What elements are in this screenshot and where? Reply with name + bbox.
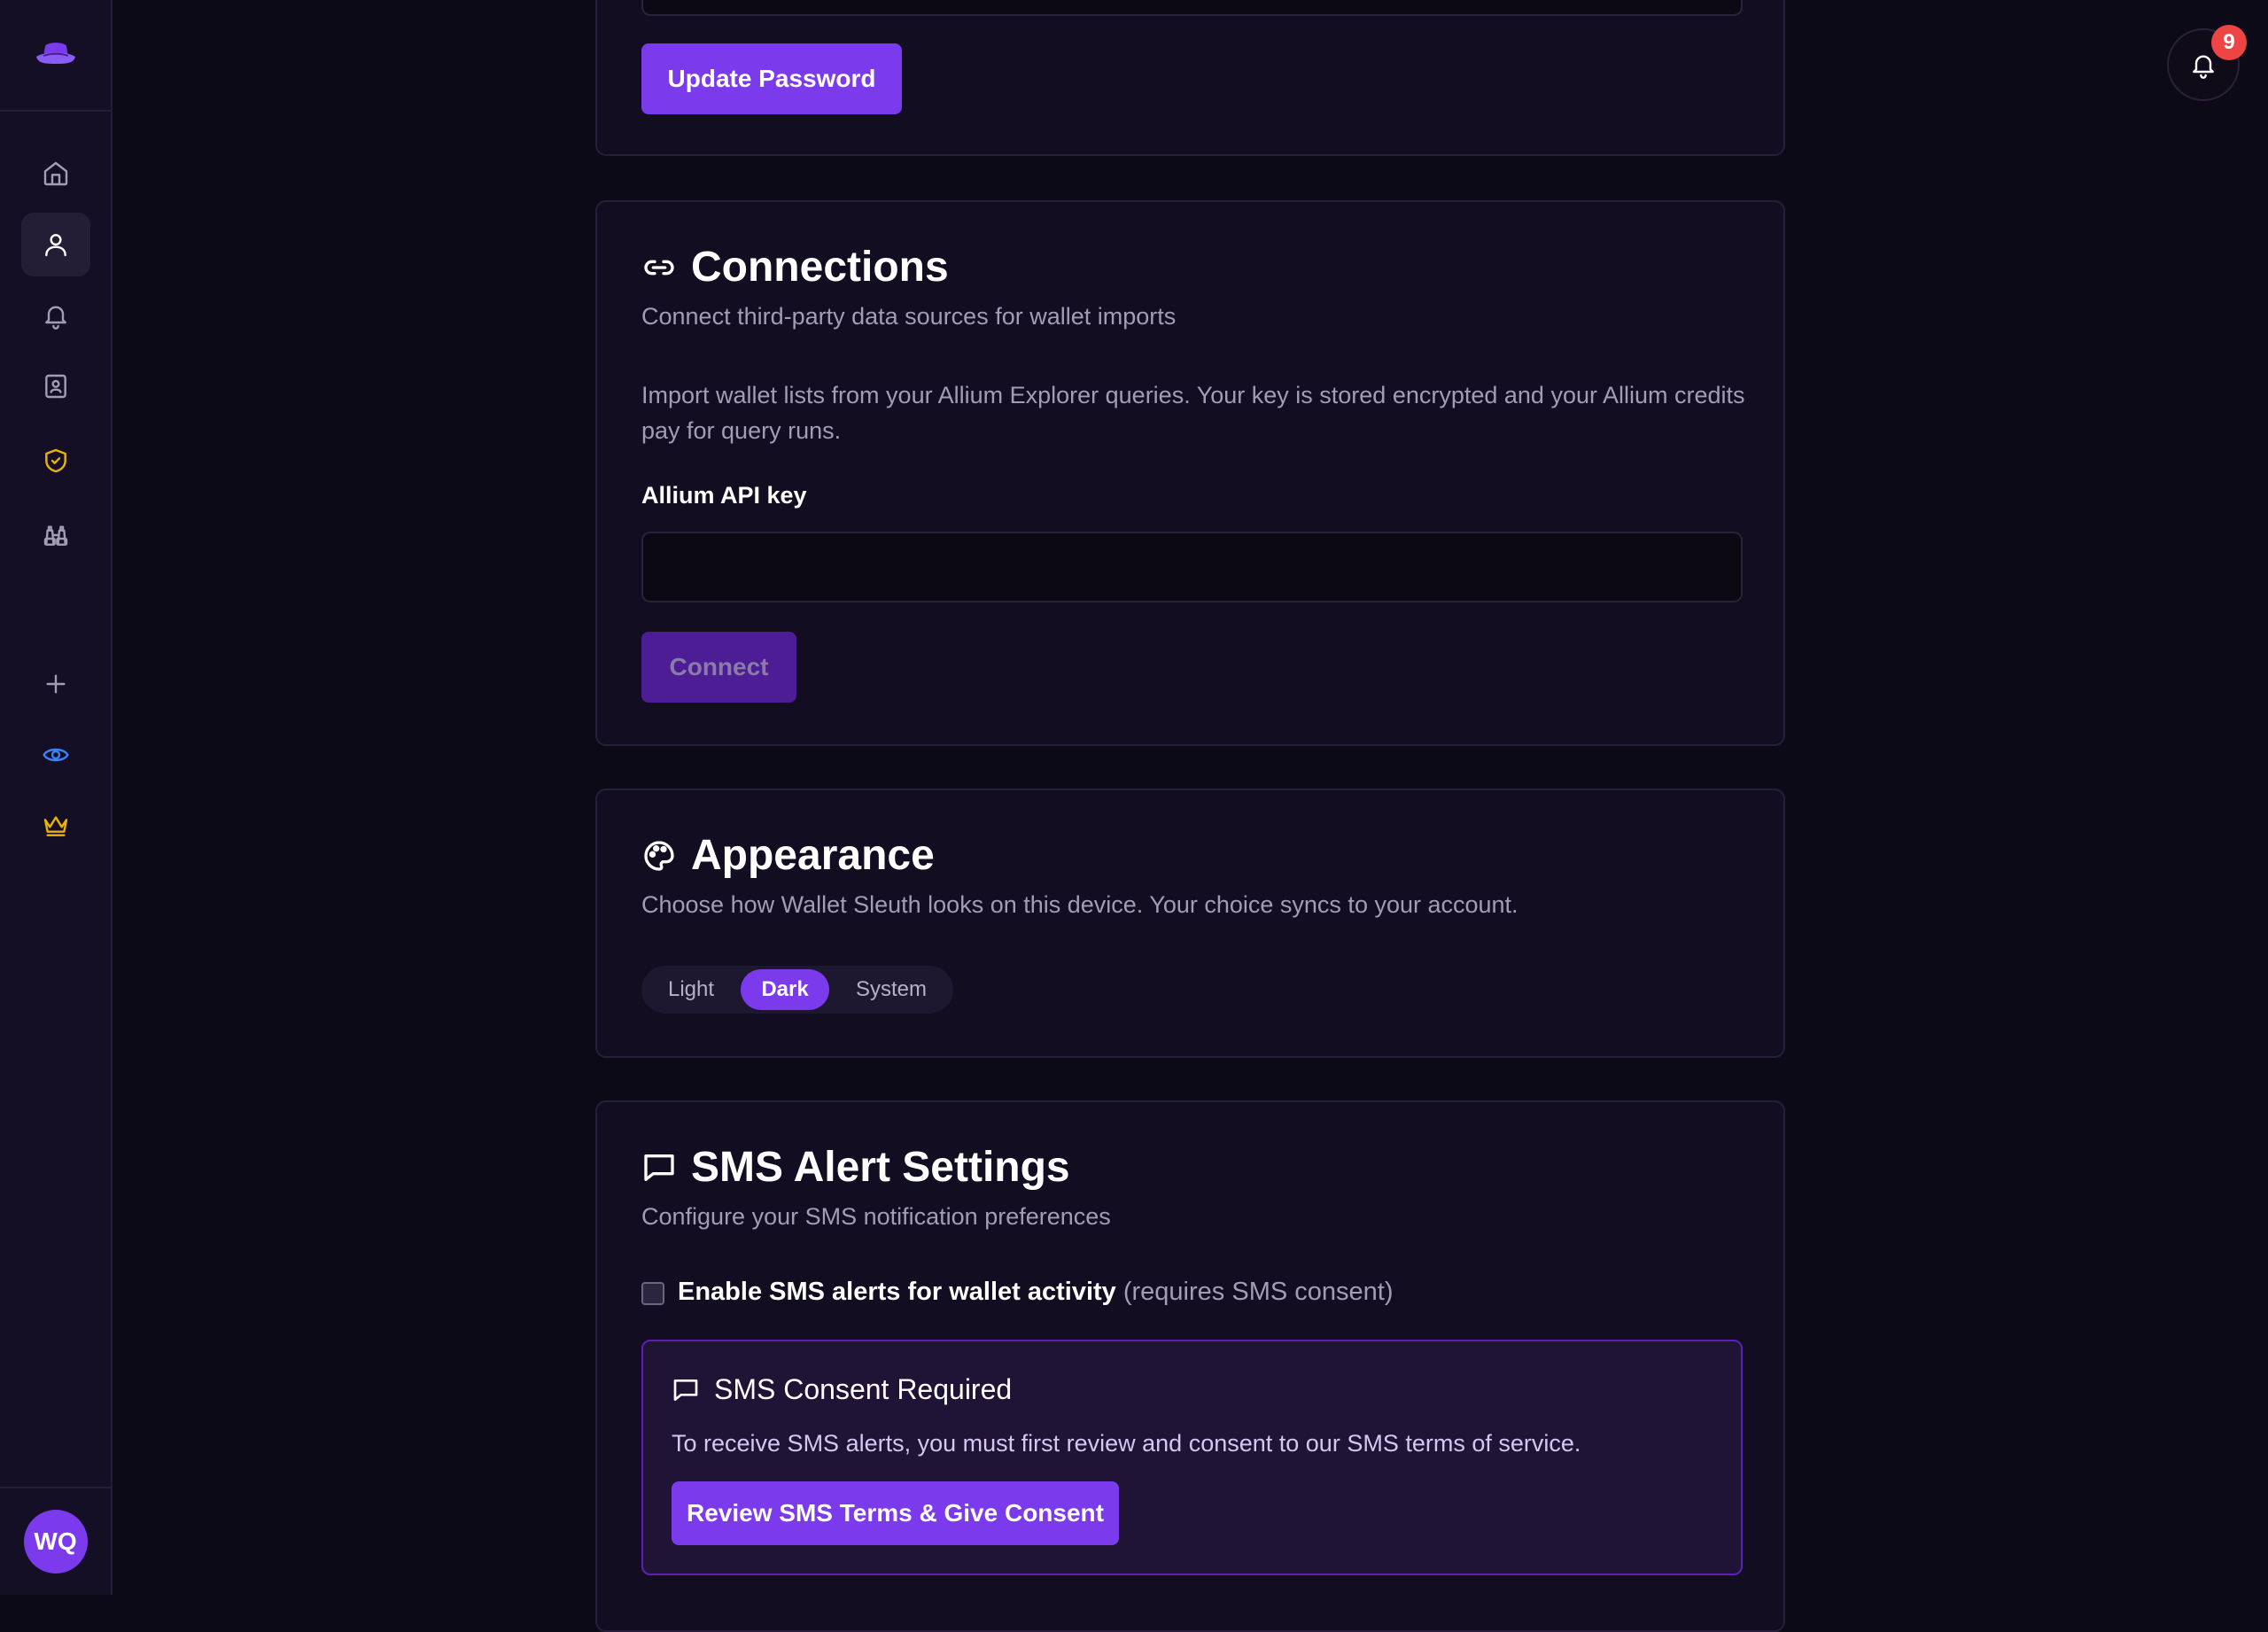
appearance-title: Appearance (641, 831, 935, 880)
plus-icon (46, 674, 66, 694)
link-icon (644, 260, 674, 275)
sms-consent-text: To receive SMS alerts, you must first re… (672, 1430, 1581, 1457)
sidebar-item-contacts[interactable] (21, 354, 90, 418)
connections-description: Import wallet lists from your Allium Exp… (641, 382, 1745, 444)
sidebar-item-home[interactable] (21, 142, 90, 206)
review-sms-terms-button[interactable]: Review SMS Terms & Give Consent (672, 1481, 1119, 1545)
sms-title-text: SMS Alert Settings (691, 1144, 1070, 1191)
message-square-icon (644, 1154, 674, 1181)
sidebar-item-notifications[interactable] (21, 284, 90, 347)
sidebar-item-investigate[interactable] (21, 503, 90, 567)
theme-option-dark[interactable]: Dark (741, 969, 829, 1010)
sidebar: WQ (0, 0, 113, 1595)
allium-api-key-label: Allium API key (641, 482, 807, 509)
update-password-button[interactable]: Update Password (641, 43, 902, 114)
password-input-confirm[interactable] (641, 0, 1743, 16)
sms-subtitle: Configure your SMS notification preferen… (641, 1203, 1111, 1230)
palette-icon (644, 840, 674, 871)
binoculars-icon (43, 525, 68, 546)
sidebar-item-add[interactable] (21, 652, 90, 716)
appearance-card: Appearance Choose how Wallet Sleuth look… (595, 789, 1785, 1058)
shield-check-icon (45, 448, 66, 473)
user-avatar[interactable]: WQ (23, 1510, 88, 1574)
notification-count-badge: 9 (2211, 25, 2247, 60)
sms-consent-box: SMS Consent Required To receive SMS aler… (641, 1340, 1743, 1575)
theme-option-system[interactable]: System (833, 969, 950, 1010)
appearance-title-text: Appearance (691, 832, 935, 879)
theme-switcher: Light Dark System (641, 966, 953, 1014)
connections-subtitle: Connect third-party data sources for wal… (641, 303, 1177, 330)
sms-settings-card: SMS Alert Settings Configure your SMS no… (595, 1100, 1785, 1632)
notifications-button[interactable]: 9 (2167, 25, 2247, 101)
bell-icon (2193, 55, 2214, 79)
theme-option-light[interactable]: Light (645, 969, 737, 1010)
connections-title: Connections (641, 243, 949, 291)
connect-button[interactable]: Connect (641, 632, 796, 703)
sms-alerts-label-text: Enable SMS alerts for wallet activity (678, 1278, 1116, 1306)
logo-area (0, 0, 111, 112)
sms-alerts-label-note: (requires SMS consent) (1122, 1278, 1394, 1306)
allium-api-key-input[interactable] (641, 532, 1743, 602)
sms-alerts-checkbox-label[interactable]: Enable SMS alerts for wallet activity (r… (678, 1278, 1393, 1307)
crown-icon (43, 816, 68, 836)
sidebar-footer: WQ (0, 1487, 111, 1595)
bell-icon (45, 306, 66, 330)
sidebar-item-security[interactable] (21, 429, 90, 493)
connections-card: Connections Connect third-party data sou… (595, 200, 1785, 746)
sms-title: SMS Alert Settings (641, 1143, 1070, 1192)
sidebar-item-watch[interactable] (21, 723, 90, 787)
home-icon (43, 161, 68, 186)
connections-title-text: Connections (691, 244, 949, 291)
sms-consent-heading: SMS Consent Required (672, 1373, 1012, 1406)
detective-hat-logo-icon[interactable] (35, 39, 77, 71)
sms-consent-title: SMS Consent Required (714, 1373, 1013, 1405)
eye-icon (43, 748, 69, 762)
message-square-icon (673, 1379, 698, 1401)
password-card: Update Password (595, 0, 1785, 156)
sidebar-item-profile[interactable] (21, 213, 90, 276)
sms-alerts-checkbox[interactable] (641, 1282, 664, 1305)
user-icon (45, 234, 66, 257)
contact-book-icon (45, 374, 66, 399)
appearance-subtitle: Choose how Wallet Sleuth looks on this d… (641, 891, 1518, 918)
sidebar-item-premium[interactable] (21, 794, 90, 858)
